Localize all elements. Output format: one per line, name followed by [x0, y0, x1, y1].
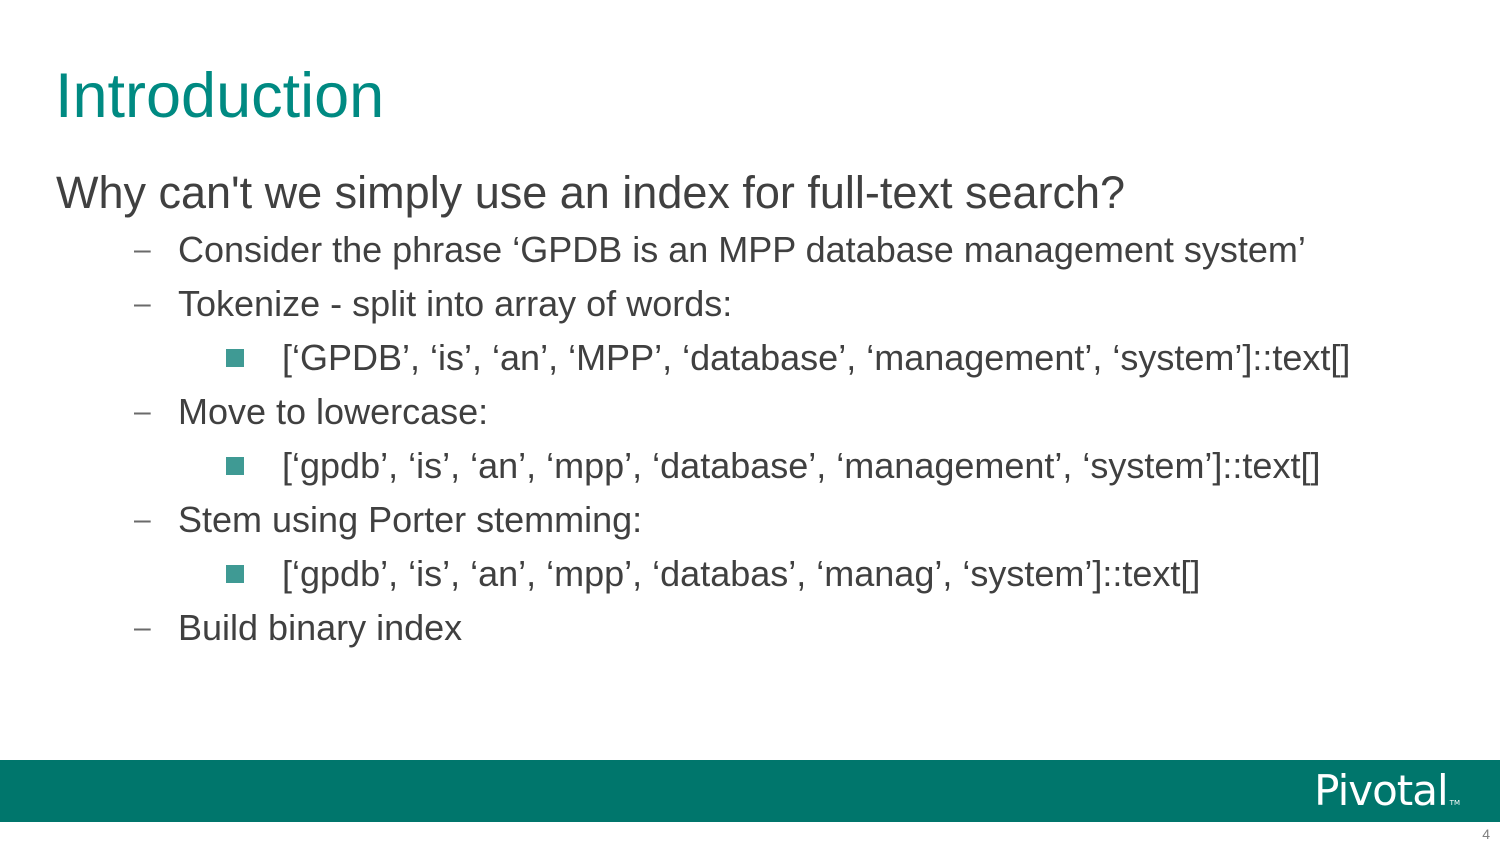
list-item-text: [‘gpdb’, ‘is’, ‘an’, ‘mpp’, ‘databas’, ‘…	[282, 553, 1201, 594]
list-item-text: [‘gpdb’, ‘is’, ‘an’, ‘mpp’, ‘database’, …	[282, 445, 1321, 486]
list-item-text: Stem using Porter stemming:	[178, 499, 643, 540]
list-item-text: Tokenize - split into array of words:	[178, 283, 733, 324]
footer-bar: Pivotal TM	[0, 760, 1500, 822]
list-item-text: Build binary index	[178, 607, 463, 648]
list-item-text: Consider the phrase ‘GPDB is an MPP data…	[178, 229, 1306, 270]
dash-bullet: –	[134, 233, 151, 266]
slide: Introduction Why can't we simply use an …	[0, 0, 1500, 843]
dash-bullet: –	[134, 287, 151, 320]
trademark-mark: TM	[1449, 799, 1460, 807]
list-item-text: Move to lowercase:	[178, 391, 489, 432]
slide-title: Introduction	[55, 61, 385, 131]
square-bullet-icon	[226, 349, 244, 367]
dash-bullet: –	[134, 395, 151, 428]
bullet-heading: Why can't we simply use an index for ful…	[56, 167, 1126, 218]
pivotal-logo: Pivotal TM	[1314, 768, 1460, 826]
page-number: 4	[1482, 826, 1490, 842]
dash-bullet: –	[134, 503, 151, 536]
list-item-text: [‘GPDB’, ‘is’, ‘an’, ‘MPP’, ‘database’, …	[282, 337, 1351, 378]
square-bullet-icon	[226, 565, 244, 583]
square-bullet-icon	[226, 457, 244, 475]
dash-bullet: –	[134, 611, 151, 644]
logo-text: Pivotal	[1314, 766, 1448, 815]
